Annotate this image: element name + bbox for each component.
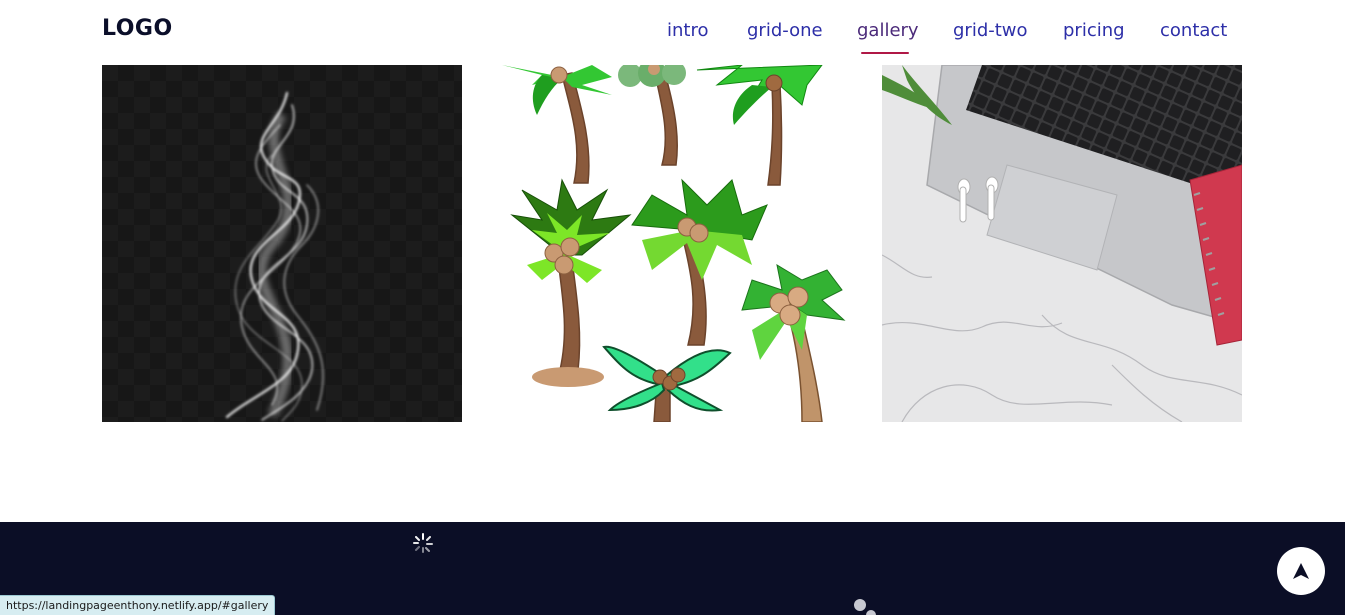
arrow-up-icon <box>1293 563 1309 579</box>
nav-link-gallery[interactable]: gallery <box>857 20 919 41</box>
palm-trees-illustration <box>502 65 846 422</box>
palm-trees-image[interactable] <box>502 65 862 422</box>
nav-links: intro grid-one gallery grid-two pricing … <box>0 20 1345 60</box>
nav-link-contact[interactable]: contact <box>1160 20 1227 41</box>
laptop-image[interactable] <box>882 65 1242 422</box>
nav-link-grid-two[interactable]: grid-two <box>953 20 1028 41</box>
nav-link-intro[interactable]: intro <box>667 20 708 41</box>
laptop-illustration <box>882 65 1242 422</box>
spinner-icon <box>413 533 433 553</box>
scroll-to-top-button[interactable] <box>1277 547 1325 595</box>
smoke-image[interactable] <box>102 65 462 422</box>
status-bar-url: https://landingpageenthony.netlify.app/#… <box>0 595 276 615</box>
navbar: LOGO intro grid-one gallery grid-two pri… <box>0 0 1345 65</box>
smoke-illustration <box>102 65 462 422</box>
nav-link-grid-one[interactable]: grid-one <box>747 20 823 41</box>
nav-link-pricing[interactable]: pricing <box>1063 20 1125 41</box>
active-nav-underline <box>861 52 909 54</box>
gallery-section <box>0 65 1345 422</box>
loading-dots-icon <box>854 599 876 615</box>
